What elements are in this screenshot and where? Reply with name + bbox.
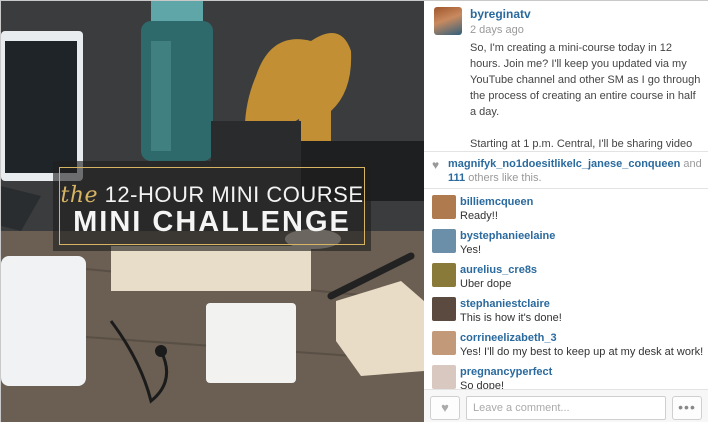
commenter-username[interactable]: corrineelizabeth_3 [460,332,557,344]
commenter-username[interactable]: stephaniestclaire [460,298,550,310]
likers-link[interactable]: magnifyk_no1doesitlikelc_janese_conqueen [448,158,680,170]
title-the-word: the [60,183,99,208]
caption-paragraph-2: Starting at 1 p.m. Central, I'll be shar… [470,138,693,150]
comment-item: bystephanieelaine Yes! [424,226,708,260]
comment-text: This is how it's done! [460,312,562,324]
divider [424,151,708,152]
title-line-1-text: 12-HOUR MINI COURSE [104,182,364,207]
ellipsis-icon: ••• [678,399,696,415]
comment-text: Ready!! [460,210,498,222]
post-window: the 12-HOUR MINI COURSE MINI CHALLENGE b… [0,0,708,422]
commenter-avatar[interactable] [432,195,456,219]
heart-icon: ♥ [432,158,440,172]
commenter-username[interactable]: pregnancyperfect [460,366,552,378]
commenter-avatar[interactable] [432,297,456,321]
caption-paragraph-1: So, I'm creating a mini-course today in … [470,42,701,118]
comment-bar: ♥ ••• [424,389,708,422]
post-timestamp[interactable]: 2 days ago [470,24,524,36]
comment-text: Uber dope [460,278,512,290]
commenter-avatar[interactable] [432,229,456,253]
commenter-avatar[interactable] [432,263,456,287]
comment-text: Yes! I'll do my best to keep up at my de… [460,346,704,358]
commenter-username[interactable]: billiemcqueen [460,196,533,208]
commenter-avatar[interactable] [432,365,456,389]
more-options-button[interactable]: ••• [672,396,702,420]
comment-item: stephaniestclaire This is how it's done! [424,294,708,328]
post-photo[interactable]: the 12-HOUR MINI COURSE MINI CHALLENGE [1,1,424,422]
author-avatar[interactable] [434,7,462,35]
comments-list: billiemcqueen Ready!! bystephanieelaine … [424,192,708,396]
likes-tail: others like this. [465,172,542,184]
like-button[interactable]: ♥ [430,396,460,420]
likes-and: and [680,158,702,170]
likes-summary: ♥ magnifyk_no1doesitlikelc_janese_conque… [432,157,702,185]
heart-icon: ♥ [441,400,449,415]
comment-item: aurelius_cre8s Uber dope [424,260,708,294]
comment-text: Yes! [460,244,482,256]
comment-item: billiemcqueen Ready!! [424,192,708,226]
commenter-username[interactable]: bystephanieelaine [460,230,555,242]
commenter-avatar[interactable] [432,331,456,355]
author-username[interactable]: byreginatv [470,7,531,21]
post-caption: So, I'm creating a mini-course today in … [470,40,702,151]
commenter-username[interactable]: aurelius_cre8s [460,264,537,276]
likes-text: magnifyk_no1doesitlikelc_janese_conqueen… [448,157,702,185]
comment-input[interactable] [466,396,666,420]
title-line-2: MINI CHALLENGE [73,206,351,238]
divider [424,188,708,189]
post-header: byreginatv 2 days ago So, I'm creating a… [424,1,708,151]
comment-item: corrineelizabeth_3 Yes! I'll do my best … [424,328,708,362]
post-sidebar: byreginatv 2 days ago So, I'm creating a… [424,1,708,422]
likes-count[interactable]: 111 [448,172,465,184]
title-line-1: the 12-HOUR MINI COURSE [59,182,365,208]
